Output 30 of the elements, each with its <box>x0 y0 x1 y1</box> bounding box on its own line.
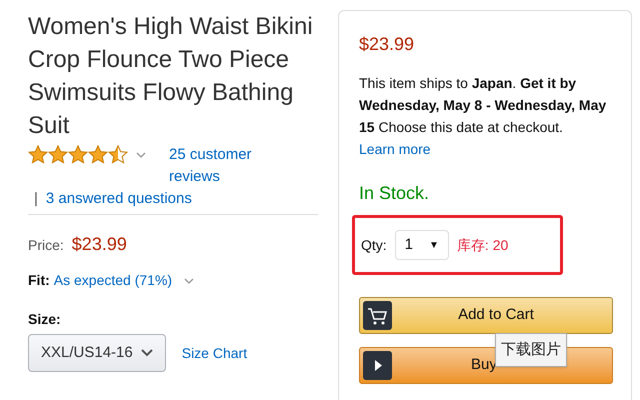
fit-label: Fit: <box>28 271 50 290</box>
fit-link[interactable]: As expected (71%) <box>54 270 172 291</box>
separator: | <box>34 189 38 209</box>
chevron-down-icon[interactable] <box>136 150 146 158</box>
questions-link[interactable]: 3 answered questions <box>46 188 192 210</box>
shipping-info: This item ships to Japan. Get it by Wednesday, May 8 - Wednesday, May 15 Choose this date at checkout. Learn more <box>359 74 608 159</box>
half-star-icon <box>108 145 128 164</box>
size-label: Size: <box>28 310 62 329</box>
price-label: Price: <box>28 236 64 255</box>
star-icon <box>48 145 68 164</box>
inventory-note: 库存: 20 <box>456 236 508 254</box>
play-icon <box>363 351 392 380</box>
add-to-cart-button[interactable]: Add to Cart <box>359 297 613 334</box>
learn-more-link[interactable]: Learn more <box>359 141 431 157</box>
buy-box-price: $23.99 <box>359 33 416 56</box>
star-icon <box>28 145 48 164</box>
size-chart-link[interactable]: Size Chart <box>182 342 248 364</box>
star-icon <box>68 145 88 164</box>
size-dropdown[interactable]: XXL/US14-16 <box>28 334 166 372</box>
chevron-down-icon <box>140 349 153 357</box>
reviews-link[interactable]: 25 customer reviews <box>27 144 297 188</box>
star-icon <box>88 145 108 164</box>
price: $23.99 <box>72 233 127 256</box>
qty-label: Qty: <box>361 236 387 255</box>
product-title: Women's High Waist Bikini Crop Flounce Two Piece Swimsuits Flowy Bathing Suit <box>28 12 314 141</box>
stock-status: In Stock. <box>359 182 430 205</box>
chevron-down-icon[interactable] <box>184 276 194 284</box>
qty-dropdown[interactable]: 1 ▼ <box>394 230 449 260</box>
tooltip: 下载图片 <box>495 333 567 367</box>
cart-icon <box>363 301 392 330</box>
